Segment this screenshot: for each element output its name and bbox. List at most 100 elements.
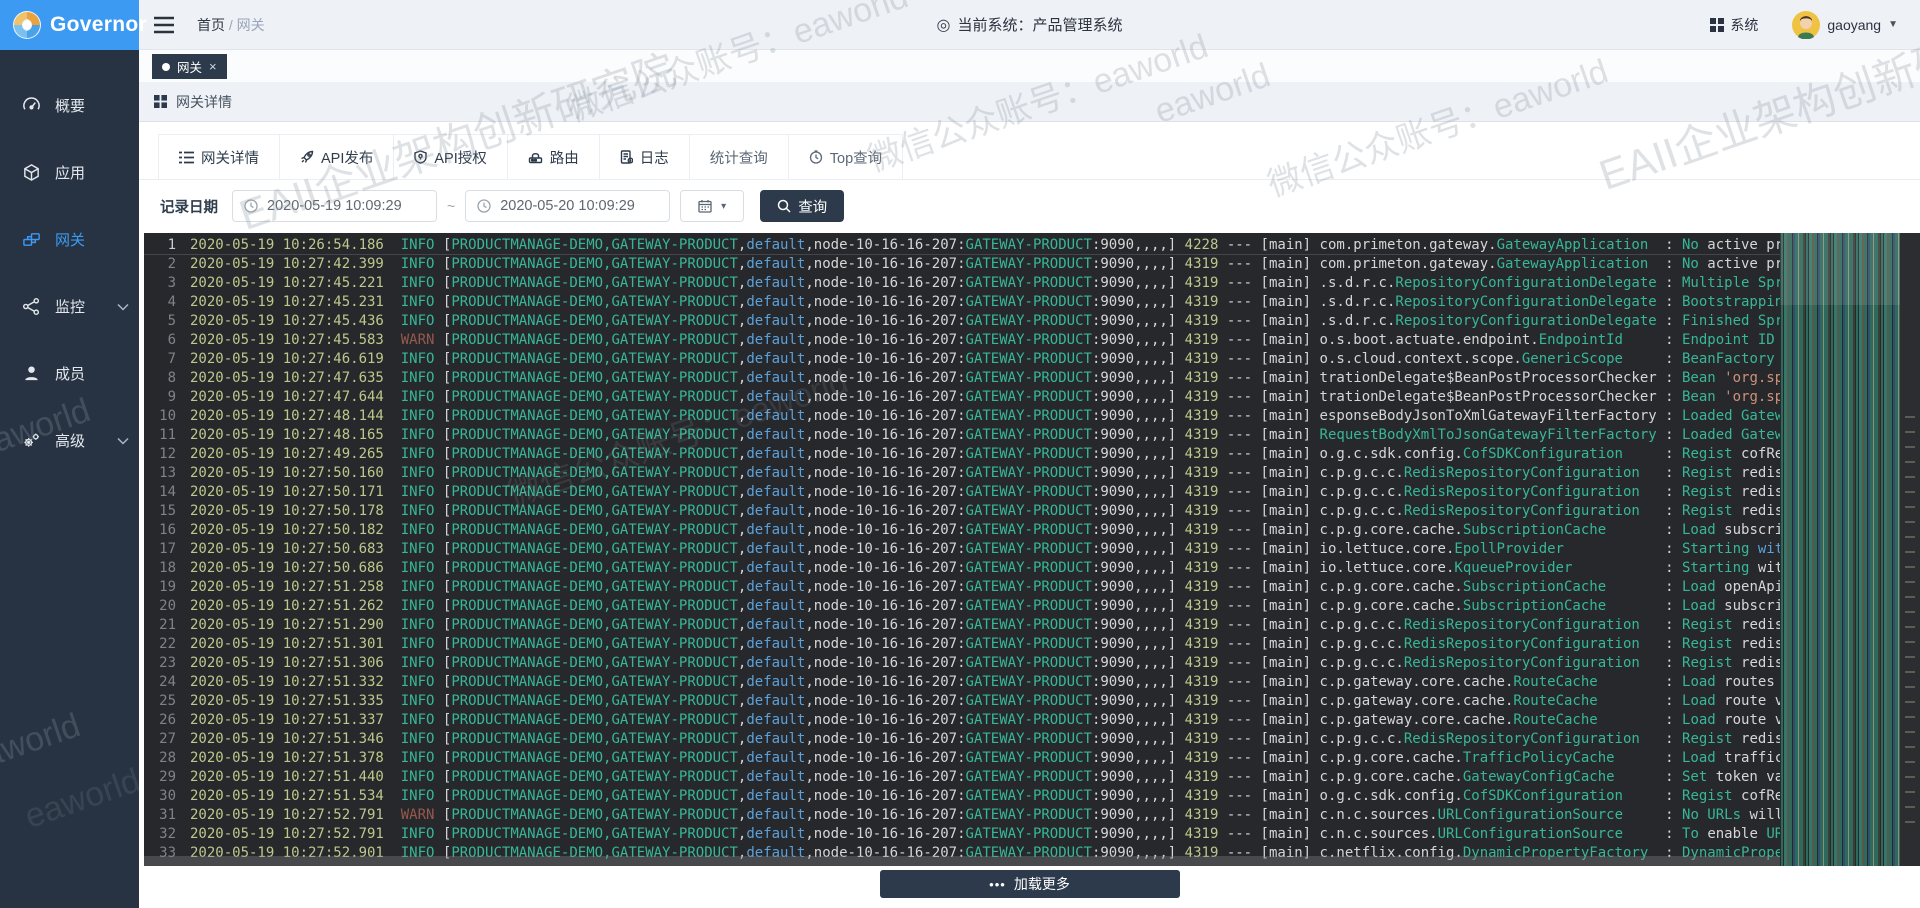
log-line: 32020-05-19 10:27:45.221 INFO [PRODUCTMA…: [144, 274, 1780, 293]
current-system-indicator: ◎ 当前系统：产品管理系统: [937, 14, 1123, 35]
log-line: 312020-05-19 10:27:52.791 WARN [PRODUCTM…: [144, 806, 1780, 825]
tab-gateway-detail[interactable]: 网关详情: [158, 134, 280, 180]
system-menu[interactable]: 系统: [1710, 15, 1758, 35]
minimap-slider[interactable]: [1780, 233, 1900, 305]
grid-icon: [154, 95, 167, 108]
log-line: 242020-05-19 10:27:51.332 INFO [PRODUCTM…: [144, 673, 1780, 692]
router-icon: [528, 150, 543, 164]
tab-logs[interactable]: 日志: [600, 134, 690, 180]
current-system-text: 当前系统：产品管理系统: [957, 14, 1122, 35]
filter-label: 记录日期: [160, 196, 218, 217]
app-name: Governor: [50, 13, 147, 37]
sidebar-item-label: 概要: [55, 95, 85, 116]
search-button[interactable]: 查询: [760, 190, 844, 222]
log-line: 112020-05-19 10:27:48.165 INFO [PRODUCTM…: [144, 426, 1780, 445]
tab-stats-query[interactable]: 统计查询: [690, 134, 789, 180]
log-filter-bar: 记录日期 2020-05-19 10:09:29 ~ 2020-05-20 10…: [139, 180, 1920, 232]
log-line: 62020-05-19 10:27:45.583 WARN [PRODUCTMA…: [144, 331, 1780, 350]
log-line: 172020-05-19 10:27:50.683 INFO [PRODUCTM…: [144, 540, 1780, 559]
sidebar-item-label: 应用: [55, 162, 85, 183]
document-icon: [620, 150, 633, 164]
caret-down-icon: ▾: [721, 201, 726, 212]
log-line: 252020-05-19 10:27:51.335 INFO [PRODUCTM…: [144, 692, 1780, 711]
sidebar-menu: 概要 应用 网关: [0, 50, 139, 474]
avatar: [1792, 11, 1820, 39]
timer-icon: [809, 150, 823, 164]
grid-icon: [1710, 18, 1724, 32]
range-separator: ~: [447, 198, 455, 214]
quick-range-dropdown[interactable]: ▾: [680, 190, 744, 222]
load-more-button[interactable]: ••• 加载更多: [880, 870, 1180, 898]
log-line: 212020-05-19 10:27:51.290 INFO [PRODUCTM…: [144, 616, 1780, 635]
sidebar: Governor 概要 应用: [0, 0, 139, 908]
cube-icon: [22, 163, 41, 182]
header-right: 系统 gaoyang ▼: [1710, 11, 1920, 39]
log-line: 262020-05-19 10:27:51.337 INFO [PRODUCTM…: [144, 711, 1780, 730]
tab-api-publish[interactable]: API发布: [280, 134, 394, 180]
log-line: 52020-05-19 10:27:45.436 INFO [PRODUCTMA…: [144, 312, 1780, 331]
log-line: 12020-05-19 10:26:54.186 INFO [PRODUCTMA…: [144, 236, 1780, 255]
clock-icon: [477, 199, 491, 213]
clock-icon: [244, 199, 258, 213]
log-line: 132020-05-19 10:27:50.160 INFO [PRODUCTM…: [144, 464, 1780, 483]
breadcrumb-root[interactable]: 首页: [197, 17, 225, 33]
overview-ruler: [1900, 233, 1920, 866]
log-line: 82020-05-19 10:27:47.635 INFO [PRODUCTMA…: [144, 369, 1780, 388]
chevron-down-icon: [117, 303, 129, 311]
log-line: 322020-05-19 10:27:52.791 INFO [PRODUCTM…: [144, 825, 1780, 844]
governor-logo-icon: [12, 10, 42, 40]
minimap[interactable]: [1780, 233, 1900, 866]
app-logo[interactable]: Governor: [0, 0, 139, 50]
date-to-input[interactable]: 2020-05-20 10:09:29: [465, 190, 670, 222]
caret-down-icon: ▼: [1888, 19, 1898, 30]
detail-tabs-bar: 网关详情 API发布 API授权: [139, 122, 1920, 180]
gears-icon: [22, 431, 41, 450]
breadcrumb-current: 网关: [237, 17, 265, 33]
section-header: 网关详情: [139, 82, 1920, 122]
log-line: 222020-05-19 10:27:51.301 INFO [PRODUCTM…: [144, 635, 1780, 654]
log-line: 122020-05-19 10:27:49.265 INFO [PRODUCTM…: [144, 445, 1780, 464]
horizontal-scrollbar[interactable]: [144, 856, 1780, 866]
share-nodes-icon: [22, 297, 41, 316]
log-viewer[interactable]: 12020-05-19 10:26:54.186 INFO [PRODUCTMA…: [144, 233, 1920, 866]
tab-api-auth[interactable]: API授权: [394, 134, 507, 180]
close-icon[interactable]: ×: [209, 59, 217, 74]
log-line: 162020-05-19 10:27:50.182 INFO [PRODUCTM…: [144, 521, 1780, 540]
tab-routes[interactable]: 路由: [508, 134, 600, 180]
sidebar-item-overview[interactable]: 概要: [0, 72, 139, 139]
chevron-down-icon: [117, 437, 129, 445]
sidebar-item-label: 高级: [55, 430, 85, 451]
date-from-input[interactable]: 2020-05-19 10:09:29: [232, 190, 437, 222]
person-icon: [22, 364, 41, 383]
username: gaoyang: [1827, 17, 1881, 33]
tag-gateway[interactable]: 网关 ×: [152, 54, 227, 79]
sidebar-item-label: 网关: [55, 229, 85, 250]
shield-icon: [414, 150, 427, 164]
log-line: 232020-05-19 10:27:51.306 INFO [PRODUCTM…: [144, 654, 1780, 673]
user-menu[interactable]: gaoyang ▼: [1792, 11, 1898, 39]
log-line: 92020-05-19 10:27:47.644 INFO [PRODUCTMA…: [144, 388, 1780, 407]
tab-top-query[interactable]: Top查询: [789, 134, 903, 180]
log-line: 142020-05-19 10:27:50.171 INFO [PRODUCTM…: [144, 483, 1780, 502]
log-line: 72020-05-19 10:27:46.619 INFO [PRODUCTMA…: [144, 350, 1780, 369]
top-header: 首页 / 网关 ◎ 当前系统：产品管理系统 系统: [139, 0, 1920, 50]
log-line: 192020-05-19 10:27:51.258 INFO [PRODUCTM…: [144, 578, 1780, 597]
log-line: 292020-05-19 10:27:51.440 INFO [PRODUCTM…: [144, 768, 1780, 787]
log-line: 102020-05-19 10:27:48.144 INFO [PRODUCTM…: [144, 407, 1780, 426]
log-line: 182020-05-19 10:27:50.686 INFO [PRODUCTM…: [144, 559, 1780, 578]
log-line: 152020-05-19 10:27:50.178 INFO [PRODUCTM…: [144, 502, 1780, 521]
sidebar-item-gateway[interactable]: 网关: [0, 206, 139, 273]
sidebar-item-advanced[interactable]: 高级: [0, 407, 139, 474]
section-title: 网关详情: [176, 92, 232, 112]
sidebar-item-monitoring[interactable]: 监控: [0, 273, 139, 340]
log-line: 42020-05-19 10:27:45.231 INFO [PRODUCTMA…: [144, 293, 1780, 312]
sidebar-item-applications[interactable]: 应用: [0, 139, 139, 206]
log-line: 282020-05-19 10:27:51.378 INFO [PRODUCTM…: [144, 749, 1780, 768]
log-lines: 12020-05-19 10:26:54.186 INFO [PRODUCTMA…: [144, 236, 1780, 866]
eye-icon: ◎: [937, 15, 951, 35]
rocket-icon: [300, 150, 314, 164]
sidebar-item-label: 成员: [55, 363, 85, 384]
sidebar-item-members[interactable]: 成员: [0, 340, 139, 407]
hamburger-menu-icon[interactable]: [153, 16, 175, 34]
active-dot: [162, 63, 170, 71]
